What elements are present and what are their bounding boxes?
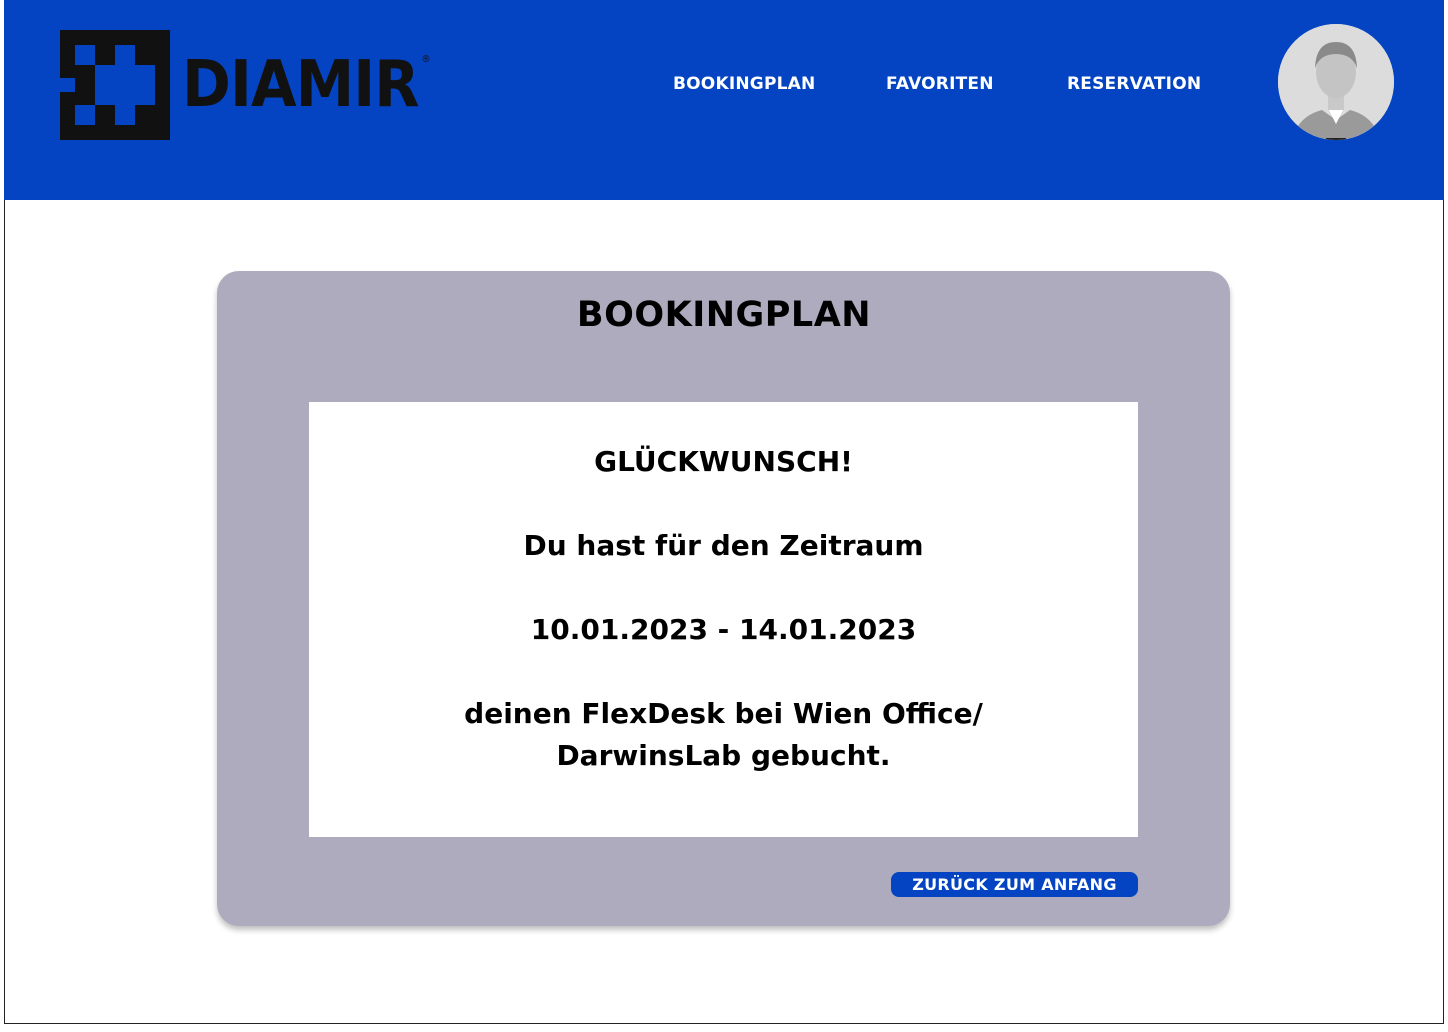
nav-bookingplan[interactable]: BOOKINGPLAN: [673, 74, 815, 94]
booking-date-range: 10.01.2023 - 14.01.2023: [530, 613, 917, 646]
back-to-start-button[interactable]: ZURÜCK ZUM ANFANG: [891, 872, 1138, 897]
top-header: DIAMIR ® BOOKINGPLAN FAVORITEN RESERVATIO…: [4, 0, 1444, 200]
confirmation-line-3b: DarwinsLab gebucht.: [556, 739, 891, 772]
brand-logo[interactable]: DIAMIR ®: [60, 29, 439, 141]
user-avatar-icon: [1278, 24, 1394, 140]
card-title: BOOKINGPLAN: [576, 295, 872, 335]
user-avatar[interactable]: [1278, 24, 1394, 140]
confirmation-line-1: Du hast für den Zeitraum: [523, 529, 924, 562]
confirmation-headline: GLÜCKWUNSCH!: [594, 445, 853, 478]
diamir-logo-icon: [60, 30, 170, 140]
confirmation-line-3a: deinen FlexDesk bei Wien Office/: [464, 697, 983, 730]
brand-wordmark: DIAMIR ®: [182, 53, 431, 117]
nav-favoriten[interactable]: FAVORITEN: [886, 74, 994, 94]
registered-mark: ®: [421, 54, 430, 65]
nav-reservation[interactable]: RESERVATION: [1067, 74, 1201, 94]
brand-name: DIAMIR: [182, 48, 420, 122]
